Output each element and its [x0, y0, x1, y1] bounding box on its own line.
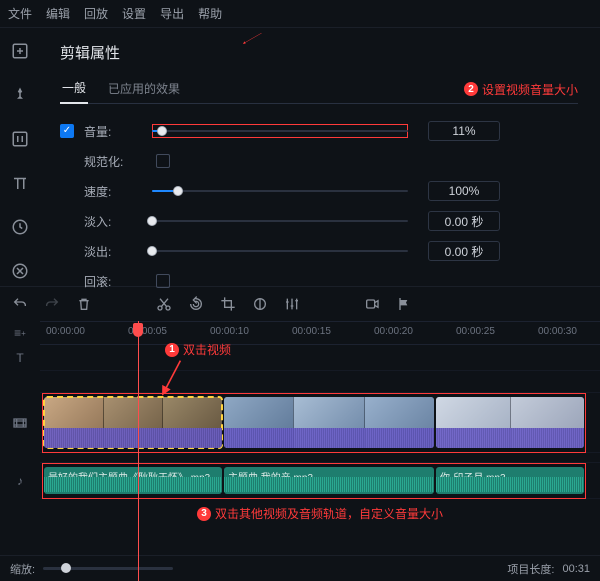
volume-value[interactable]: 11%: [428, 121, 500, 141]
tick: 00:00:25: [456, 326, 495, 337]
fadein-slider[interactable]: [152, 214, 408, 228]
playhead[interactable]: [138, 321, 139, 581]
tick: 00:00:30: [538, 326, 577, 337]
panel-title: 剪辑属性: [60, 42, 578, 63]
menu-edit[interactable]: 编辑: [46, 5, 70, 22]
tab-general[interactable]: 一般: [60, 75, 88, 104]
video-clip-3[interactable]: [436, 397, 584, 448]
wrench-icon[interactable]: [7, 258, 33, 284]
status-bar: 缩放: 项目长度: 00:31: [0, 555, 600, 581]
annotation-3: 3双击其他视频及音频轨道，自定义音量大小: [40, 505, 600, 522]
audio-clip-1[interactable]: 最好的我们主题曲《耿耿于怀》.mp3: [44, 467, 222, 494]
normalize-label: 规范化:: [84, 153, 142, 170]
speed-slider[interactable]: [152, 184, 408, 198]
plus-icon[interactable]: [7, 38, 33, 64]
flag-icon[interactable]: [396, 296, 412, 312]
audio-clip-2[interactable]: 主题曲 我的亲.mp3: [224, 467, 434, 494]
adjust-icon[interactable]: [252, 296, 268, 312]
annotation-arrow-1: [158, 359, 190, 401]
clock-icon[interactable]: [7, 214, 33, 240]
timeline: ≡+ T ♪ 00:00:00 00:00:05 00:00:10 00:00:…: [0, 321, 600, 581]
fadeout-slider[interactable]: [152, 244, 408, 258]
speed-value[interactable]: 100%: [428, 181, 500, 201]
spacer-track-2: [40, 453, 600, 463]
audio-track[interactable]: 最好的我们主题曲《耿耿于怀》.mp3 主题曲 我的亲.mp3 你-印子月.mp3: [40, 463, 600, 499]
menu-help[interactable]: 帮助: [198, 5, 222, 22]
fadein-label: 淡入:: [84, 213, 142, 230]
annotation-1: 1双击视频: [165, 341, 231, 358]
tab-applied-effects[interactable]: 已应用的效果: [106, 76, 182, 103]
normalize-checkbox[interactable]: [156, 154, 170, 168]
time-ruler[interactable]: 00:00:00 00:00:05 00:00:10 00:00:15 00:0…: [40, 321, 600, 345]
tick: 00:00:15: [292, 326, 331, 337]
project-length-value: 00:31: [562, 563, 590, 575]
speed-label: 速度:: [84, 183, 142, 200]
rewind-checkbox[interactable]: [156, 274, 170, 288]
menu-settings[interactable]: 设置: [122, 5, 146, 22]
tick: 00:00:00: [46, 326, 85, 337]
video-track-icon[interactable]: [0, 393, 40, 453]
properties-tabs: 一般 已应用的效果 2设置视频音量大小: [60, 75, 578, 104]
text-track[interactable]: [40, 345, 600, 371]
timeline-options-icon[interactable]: ≡+: [0, 321, 40, 345]
video-track[interactable]: [40, 393, 600, 453]
project-length-label: 项目长度:: [507, 561, 554, 577]
menu-file[interactable]: 文件: [8, 5, 32, 22]
text-track-icon[interactable]: T: [0, 345, 40, 371]
delete-icon[interactable]: [76, 296, 92, 312]
bracket-icon[interactable]: [7, 126, 33, 152]
record-icon[interactable]: [364, 296, 380, 312]
audio-track-icon[interactable]: ♪: [0, 463, 40, 499]
volume-checkbox[interactable]: [60, 124, 74, 138]
audio-clip-3[interactable]: 你-印子月.mp3: [436, 467, 584, 494]
undo-icon[interactable]: [12, 296, 28, 312]
menu-playback[interactable]: 回放: [84, 5, 108, 22]
crop-icon[interactable]: [220, 296, 236, 312]
volume-label: 音量:: [84, 123, 142, 140]
rotate-icon[interactable]: [188, 296, 204, 312]
text-icon[interactable]: [7, 170, 33, 196]
fadeout-label: 淡出:: [84, 243, 142, 260]
rewind-label: 回滚:: [84, 273, 142, 290]
zoom-label: 缩放:: [10, 561, 35, 577]
cut-icon[interactable]: [156, 296, 172, 312]
tick: 00:00:20: [374, 326, 413, 337]
annotation-2: 2设置视频音量大小: [464, 81, 578, 98]
zoom-slider[interactable]: [43, 567, 173, 570]
redo-icon[interactable]: [44, 296, 60, 312]
menubar: 文件 编辑 回放 设置 导出 帮助: [0, 0, 600, 28]
side-toolbar: [0, 28, 40, 286]
pin-icon[interactable]: [7, 82, 33, 108]
fadein-value[interactable]: 0.00 秒: [428, 211, 500, 231]
equalizer-icon[interactable]: [284, 296, 300, 312]
fadeout-value[interactable]: 0.00 秒: [428, 241, 500, 261]
volume-slider[interactable]: [152, 124, 408, 138]
video-clip-2[interactable]: [224, 397, 434, 448]
menu-export[interactable]: 导出: [160, 5, 184, 22]
spacer-track: [40, 371, 600, 393]
tick: 00:00:10: [210, 326, 249, 337]
properties-panel: 剪辑属性 一般 已应用的效果 2设置视频音量大小 音量: 11% 规范化: 速度…: [40, 28, 600, 286]
video-clip-1[interactable]: [44, 397, 222, 448]
